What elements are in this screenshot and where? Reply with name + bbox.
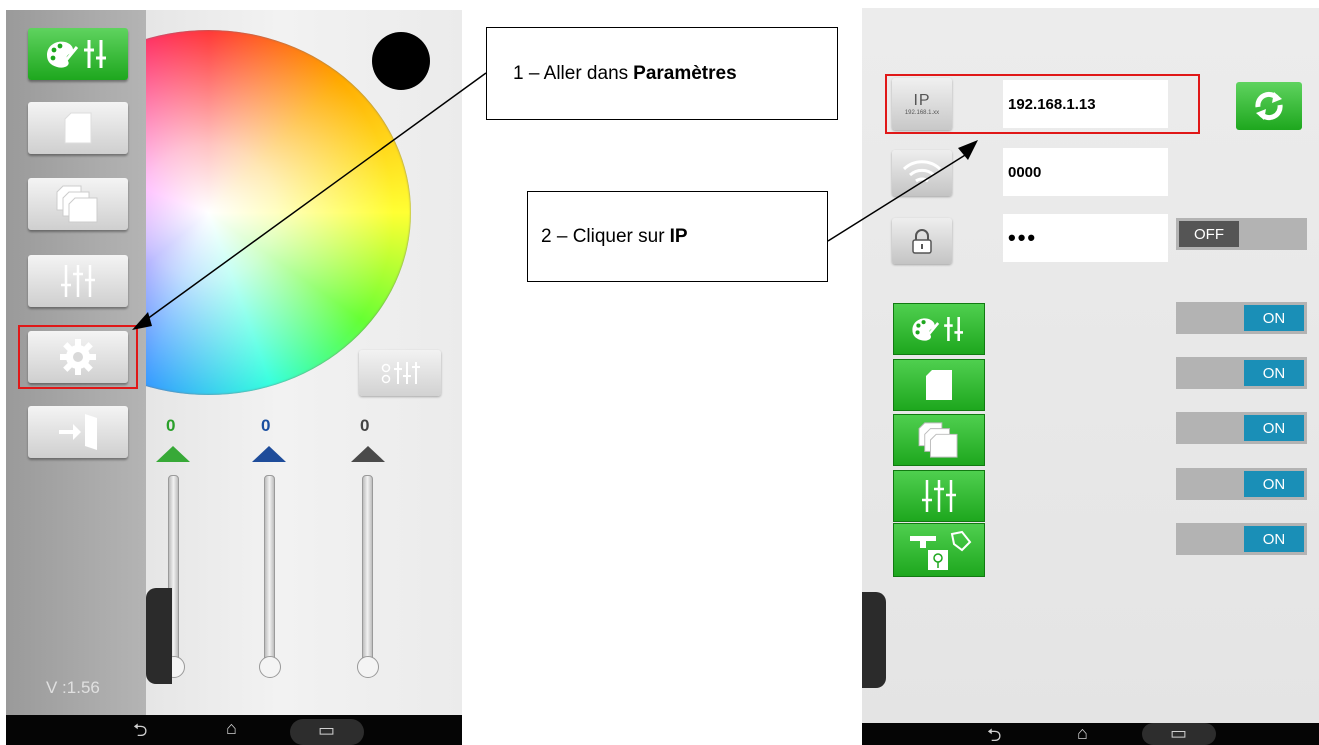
arrow-to-settings: [142, 72, 487, 323]
callout-arrows: [132, 72, 978, 330]
arrow-to-settings-head: [132, 312, 152, 330]
arrow-to-ip: [827, 151, 971, 242]
